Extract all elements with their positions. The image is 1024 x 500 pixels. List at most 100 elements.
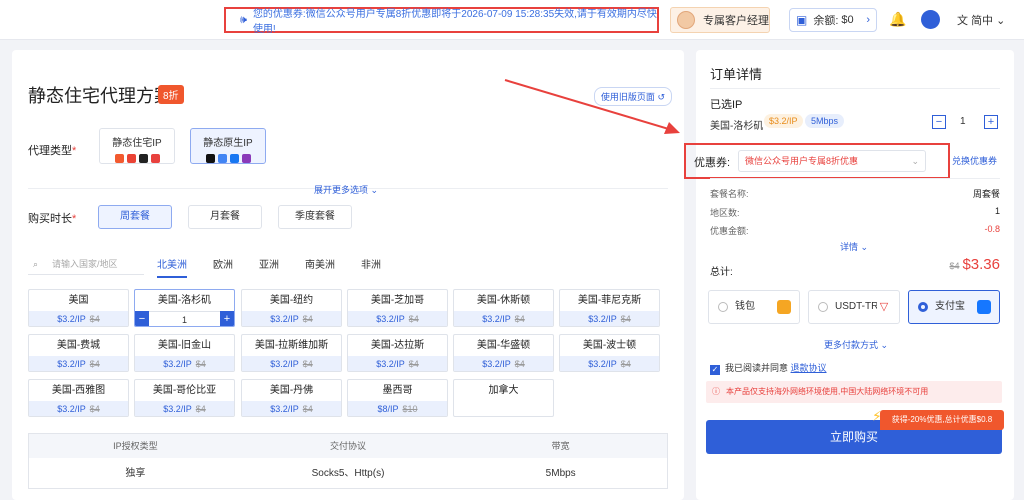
quantity-value[interactable]: 1	[149, 311, 220, 326]
location-card[interactable]: 美国-芝加哥 $3.2/IP $4	[347, 289, 448, 327]
tab-asia[interactable]: 亚洲	[259, 256, 279, 271]
location-card[interactable]: 美国-纽约 $3.2/IP $4	[241, 289, 342, 327]
spec-value: 5Mbps	[545, 468, 576, 479]
decrease-quantity-button[interactable]: −	[932, 115, 946, 129]
account-manager-button[interactable]: 专属客户经理	[670, 7, 770, 33]
kv-label: 优惠金额:	[710, 226, 749, 236]
pay-usdt[interactable]: USDT-TRX ▽	[808, 290, 900, 324]
increase-quantity-button[interactable]: +	[984, 115, 998, 129]
required-mark: *	[72, 145, 77, 157]
warning-text: 本产品仅支持海外网络环境使用,中国大陆网络环境不可用	[726, 387, 929, 396]
refresh-icon: ↺	[657, 92, 665, 102]
location-price: $3.2/IP $4	[242, 401, 341, 416]
location-card[interactable]: 美国-旧金山 $3.2/IP $4	[134, 334, 235, 372]
coupon-notice[interactable]: 🕪 您的优惠券:微信公众号用户专属8折优惠即将于2026-07-09 15:28…	[224, 7, 659, 35]
language-select[interactable]: 文 简中 ⌄	[957, 12, 1005, 28]
facebook-icon	[229, 154, 239, 163]
location-card[interactable]: 美国-费城 $3.2/IP $4	[28, 334, 129, 372]
duration-month[interactable]: 月套餐	[188, 205, 262, 229]
plus-button[interactable]: +	[220, 311, 234, 326]
location-card[interactable]: 美国-达拉斯 $3.2/IP $4	[347, 334, 448, 372]
chevron-right-icon: ›	[866, 14, 870, 26]
duration-week[interactable]: 周套餐	[98, 205, 172, 229]
tab-africa[interactable]: 非洲	[361, 256, 381, 271]
location-name: 美国	[68, 295, 89, 306]
old-version-button[interactable]: 使用旧版页面 ↺	[593, 87, 672, 106]
quantity-stepper[interactable]: −1 +	[135, 311, 234, 326]
expand-more-options[interactable]: 展开更多选项 ⌄	[314, 183, 378, 196]
total-label: 总计:	[710, 267, 733, 278]
duration-quarter[interactable]: 季度套餐	[278, 205, 352, 229]
location-card[interactable]: 墨西哥 $8/IP $10	[347, 379, 448, 417]
location-card[interactable]: 美国-菲尼克斯 $3.2/IP $4	[559, 289, 660, 327]
duration-label-text: 购买时长	[28, 213, 72, 225]
location-card[interactable]: 美国-拉斯维加斯 $3.2/IP $4	[241, 334, 342, 372]
redeem-coupon-link[interactable]: 兑换优惠券	[952, 154, 997, 167]
location-price: $8/IP $10	[348, 401, 447, 416]
agreement[interactable]: ✓ 我已阅读并同意 退款协议	[710, 361, 827, 375]
tab-europe[interactable]: 欧洲	[213, 256, 233, 271]
checkbox-checked-icon[interactable]: ✓	[710, 365, 720, 375]
price-value: $3.2/IP	[57, 314, 86, 324]
coupon-row: 优惠券: 微信公众号用户专属8折优惠 ⌄	[684, 143, 950, 179]
detail-toggle[interactable]: 详情 ⌄	[840, 240, 868, 253]
spec-header-row: IP授权类型 交付协议 带宽	[29, 434, 667, 458]
original-price: $4	[514, 314, 525, 324]
tab-north-america[interactable]: 北美洲	[157, 256, 187, 278]
location-price: $3.2/IP $4	[242, 356, 341, 371]
location-name: 美国-旧金山	[157, 340, 212, 351]
minus-button[interactable]: −	[135, 311, 149, 326]
app-icon	[126, 154, 136, 163]
price-value: $3.2/IP	[57, 359, 86, 369]
location-card[interactable]: 美国 $3.2/IP $4	[28, 289, 129, 327]
location-card[interactable]: 美国-洛杉矶 −1 +	[134, 289, 235, 327]
platform-icons	[100, 154, 174, 163]
proxy-type-label: 静态住宅IP	[112, 138, 162, 149]
location-card[interactable]: 美国-西雅图 $3.2/IP $4	[28, 379, 129, 417]
spec-table: IP授权类型 交付协议 带宽 独享 Socks5、Http(s) 5Mbps	[28, 433, 668, 489]
original-price: $4	[89, 359, 100, 369]
more-payment-methods[interactable]: 更多付款方式 ⌄	[824, 338, 888, 351]
coupon-selected-value: 微信公众号用户专属8折优惠	[745, 156, 859, 166]
original-price: $4	[408, 314, 419, 324]
location-name: 美国-丹佛	[269, 385, 314, 396]
coupon-label: 优惠券:	[694, 157, 731, 169]
radio	[818, 302, 828, 312]
location-card[interactable]: 美国-丹佛 $3.2/IP $4	[241, 379, 342, 417]
proxy-type-static-native[interactable]: 静态原生IP	[190, 128, 266, 164]
promo-text: 获得-20%优惠,总计优惠$0.8	[891, 415, 993, 424]
refund-policy-link[interactable]: 退款协议	[791, 363, 827, 373]
kv-label: 地区数:	[710, 208, 740, 218]
coupon-select[interactable]: 微信公众号用户专属8折优惠 ⌄	[738, 150, 926, 172]
location-card[interactable]: 美国-华盛顿 $3.2/IP $4	[453, 334, 554, 372]
app-icon	[150, 154, 160, 163]
location-name: 美国-拉斯维加斯	[254, 340, 329, 351]
location-card[interactable]: 美国-哥伦比亚 $3.2/IP $4	[134, 379, 235, 417]
tab-south-america[interactable]: 南美洲	[305, 256, 335, 271]
location-card[interactable]: 加拿大	[453, 379, 554, 417]
chevron-down-icon: ⌄	[880, 340, 889, 350]
language-label: 简中	[971, 15, 994, 27]
spec-header: 带宽	[551, 441, 570, 451]
order-panel: 订单详情 已选IP 美国-洛杉矶 $3.2/IP 5Mbps − 1 + 优惠券…	[684, 50, 1014, 500]
translate-icon: 文	[957, 15, 968, 27]
pay-alipay[interactable]: 支付宝	[908, 290, 1000, 324]
balance-button[interactable]: ▣ 余额: $0 ›	[789, 8, 877, 32]
bell-icon[interactable]: 🔔	[889, 11, 906, 28]
final-price: $3.36	[962, 256, 1000, 273]
selected-location: 美国-洛杉矶	[710, 121, 764, 132]
location-name: 墨西哥	[382, 385, 413, 396]
wallet-icon	[777, 300, 791, 314]
proxy-type-label-text: 代理类型	[28, 145, 72, 157]
location-card[interactable]: 美国-波士顿 $3.2/IP $4	[559, 334, 660, 372]
original-price: $4	[620, 314, 631, 324]
location-card[interactable]: 美国-休斯顿 $3.2/IP $4	[453, 289, 554, 327]
user-avatar-icon[interactable]	[921, 10, 940, 29]
required-mark: *	[72, 213, 77, 225]
pay-wallet[interactable]: 钱包	[708, 290, 800, 324]
proxy-type-static-residential[interactable]: 静态住宅IP	[99, 128, 175, 164]
total-price: $4 $3.36	[949, 256, 1000, 273]
region-search-input[interactable]: ⌕ 请输入国家/地区	[28, 253, 144, 275]
pay-label: 钱包	[735, 301, 755, 312]
kv-value: 周套餐	[972, 189, 1000, 199]
